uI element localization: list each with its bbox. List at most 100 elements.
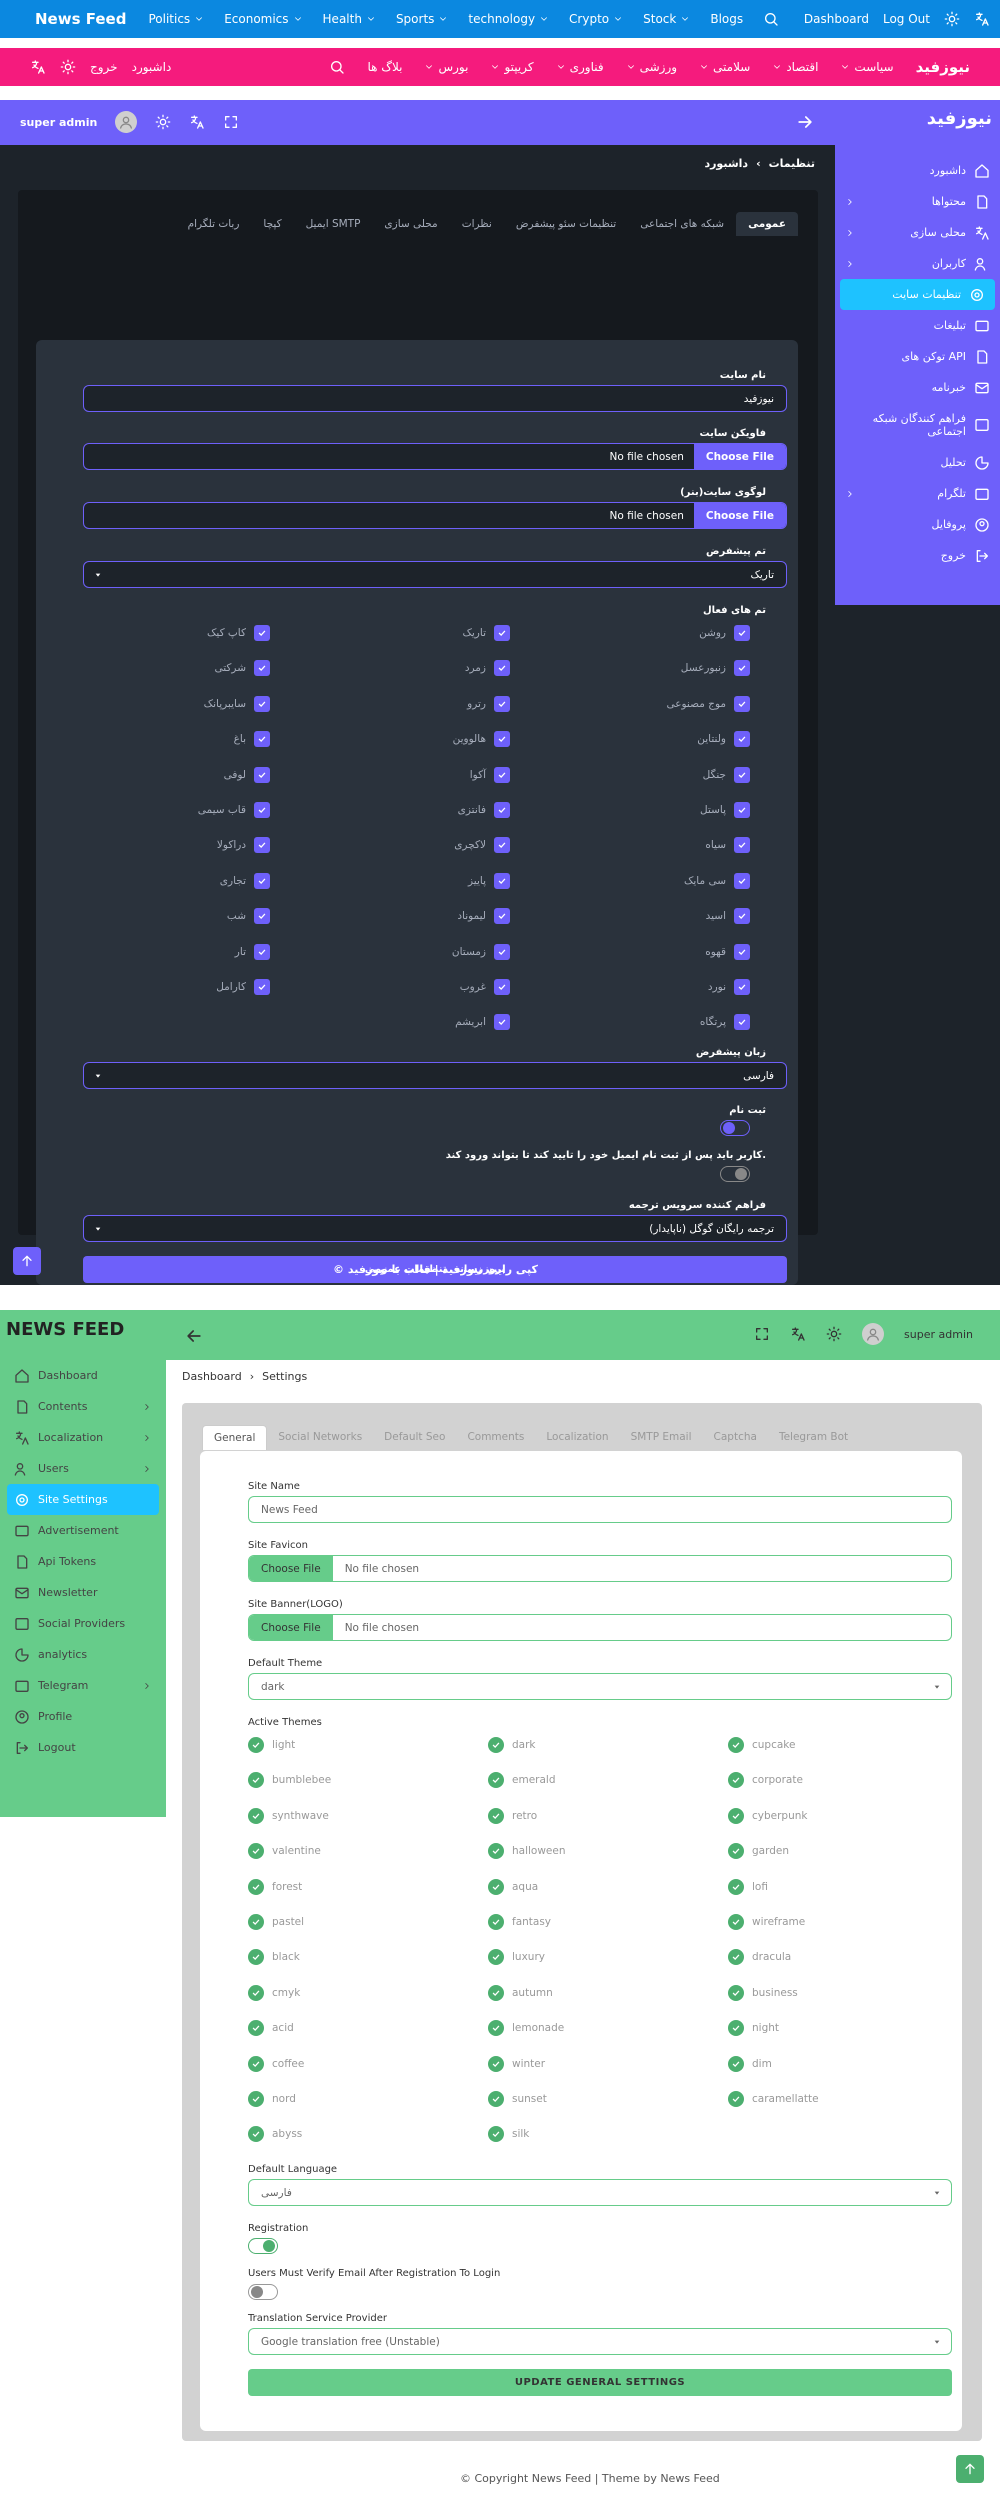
theme-checkbox[interactable]: lemonade [488, 2020, 564, 2037]
banner-file-input[interactable]: Choose File No file chosen [248, 1614, 952, 1641]
theme-checkbox[interactable]: لیموناد [457, 908, 510, 925]
theme-checkbox[interactable]: nord [248, 2091, 296, 2107]
sidebar-item-advertisement[interactable]: تبلیغات [835, 310, 1000, 341]
nav-item-sports[interactable]: ورزشی [626, 60, 677, 74]
sidebar-item-contents[interactable]: محتواها [835, 186, 1000, 217]
theme-checkbox[interactable]: رترو [467, 695, 510, 712]
theme-checkbox[interactable]: هالووین [453, 731, 510, 748]
nav-item-blogs[interactable]: بلاگ ها [367, 60, 402, 74]
tab-social-networks[interactable]: شبکه های اجتماعی [628, 212, 736, 236]
theme-checkbox[interactable]: corporate [728, 1772, 803, 1789]
choose-file-button[interactable]: Choose File [249, 1556, 333, 1581]
nav-item-politics[interactable]: سیاست [840, 60, 894, 74]
scroll-top-button[interactable] [956, 2455, 984, 2483]
dashboard-link[interactable]: داشبورد [132, 60, 172, 74]
arrow-right-icon[interactable] [795, 112, 815, 132]
translate-icon[interactable] [974, 11, 990, 27]
translate-icon[interactable] [790, 1326, 806, 1342]
theme-checkbox[interactable]: halloween [488, 1843, 566, 1860]
theme-checkbox[interactable]: فانتزی [458, 802, 510, 818]
theme-checkbox[interactable]: night [728, 2020, 779, 2037]
choose-file-button[interactable]: Choose File [249, 1615, 333, 1640]
tab-general[interactable]: General [202, 1425, 268, 1450]
sidebar-item-newsletter[interactable]: خبرنامه [835, 372, 1000, 403]
sidebar-item-profile[interactable]: Profile [0, 1701, 166, 1732]
translate-icon[interactable] [30, 59, 46, 75]
theme-checkbox[interactable]: نورد [708, 979, 750, 995]
sidebar-item-dashboard[interactable]: Dashboard [0, 1360, 166, 1391]
theme-checkbox[interactable]: ابریشم [455, 1014, 510, 1031]
avatar[interactable] [115, 111, 138, 133]
theme-checkbox[interactable]: دراکولا [217, 837, 270, 854]
nav-item-sports[interactable]: Sports [396, 12, 448, 26]
theme-checkbox[interactable]: شرکتی [214, 660, 270, 677]
theme-checkbox[interactable]: black [248, 1949, 300, 1966]
nav-item-stock[interactable]: Stock [643, 12, 690, 26]
nav-item-health[interactable]: سلامتی [699, 60, 750, 74]
theme-checkbox[interactable]: garden [728, 1843, 789, 1860]
tab-telegram-bot[interactable]: Telegram Bot [768, 1425, 859, 1450]
theme-checkbox[interactable]: جنگل [703, 766, 750, 783]
tab-general[interactable]: عمومی [736, 212, 798, 236]
theme-checkbox[interactable]: کارامل [216, 979, 270, 995]
tab-default-seo[interactable]: تنظیمات سئو پیشفرض [504, 212, 628, 236]
sun-icon[interactable] [826, 1326, 842, 1342]
theme-checkbox[interactable]: sunset [488, 2091, 547, 2107]
scroll-top-button[interactable] [13, 1247, 41, 1275]
theme-checkbox[interactable]: fantasy [488, 1914, 551, 1930]
theme-checkbox[interactable]: dim [728, 2055, 772, 2072]
fullscreen-icon[interactable] [223, 114, 239, 130]
dashboard-link[interactable]: Dashboard [804, 12, 869, 26]
theme-checkbox[interactable]: bumblebee [248, 1772, 331, 1789]
theme-checkbox[interactable]: coffee [248, 2055, 304, 2072]
sidebar-item-dashboard[interactable]: داشبورد [835, 155, 1000, 186]
sidebar-item-telegram[interactable]: تلگرام [835, 478, 1000, 509]
theme-checkbox[interactable]: زمرد [465, 660, 510, 677]
translate-icon[interactable] [189, 114, 205, 130]
theme-checkbox[interactable]: پاستل [700, 802, 750, 818]
nav-item-stock[interactable]: بورس [424, 60, 468, 74]
theme-checkbox[interactable]: emerald [488, 1772, 555, 1789]
theme-checkbox[interactable]: قاب سیمی [198, 802, 270, 818]
nav-item-economics[interactable]: Economics [224, 12, 302, 26]
sidebar-item-social-providers[interactable]: Social Providers [0, 1608, 166, 1639]
theme-checkbox[interactable]: cmyk [248, 1984, 300, 2001]
sidebar-item-newsletter[interactable]: Newsletter [0, 1577, 166, 1608]
site-name-input[interactable]: نیوزفید [83, 385, 787, 412]
tab-localization[interactable]: محلی سازی [372, 212, 449, 236]
tab-captcha[interactable]: Captcha [703, 1425, 768, 1450]
nav-item-blogs[interactable]: Blogs [710, 12, 743, 26]
search-icon[interactable] [763, 11, 779, 27]
theme-checkbox[interactable]: روشن [699, 625, 750, 641]
sidebar-item-advertisement[interactable]: Advertisement [0, 1515, 166, 1546]
theme-checkbox[interactable]: caramellatte [728, 2091, 819, 2107]
verify-email-toggle[interactable] [248, 2284, 278, 2300]
theme-checkbox[interactable]: business [728, 1984, 798, 2001]
theme-checkbox[interactable]: synthwave [248, 1807, 329, 1824]
fullscreen-icon[interactable] [754, 1326, 770, 1342]
theme-checkbox[interactable]: زنبورعسل [681, 660, 750, 677]
theme-checkbox[interactable]: شب [227, 908, 270, 925]
theme-checkbox[interactable]: تجاری [220, 872, 270, 889]
theme-checkbox[interactable]: acid [248, 2020, 294, 2037]
tab-default-seo[interactable]: Default Seo [373, 1425, 456, 1450]
theme-checkbox[interactable]: لاکچری [454, 837, 510, 854]
search-icon[interactable] [329, 59, 345, 75]
sidebar-item-telegram[interactable]: Telegram [0, 1670, 166, 1701]
theme-checkbox[interactable]: retro [488, 1807, 537, 1824]
theme-checkbox[interactable]: باغ [234, 731, 270, 748]
breadcrumb-dashboard[interactable]: Dashboard [182, 1370, 242, 1383]
sun-icon[interactable] [944, 11, 960, 27]
sidebar-item-api-tokens[interactable]: توکن های API [835, 341, 1000, 372]
brand-logo[interactable]: نیوزفید [916, 58, 970, 76]
theme-checkbox[interactable]: luxury [488, 1949, 545, 1966]
sidebar-item-localization[interactable]: محلی سازی [835, 217, 1000, 248]
tab-captcha[interactable]: کپچا [251, 212, 293, 236]
registration-toggle[interactable] [720, 1120, 750, 1136]
arrow-left-icon[interactable] [184, 1326, 204, 1346]
theme-checkbox[interactable]: قهوه [705, 943, 750, 960]
theme-checkbox[interactable]: silk [488, 2126, 529, 2143]
banner-file-input[interactable]: Choose File No file chosen [83, 502, 787, 529]
avatar[interactable] [862, 1323, 885, 1345]
tab-smtp-email[interactable]: SMTP Email [620, 1425, 703, 1450]
